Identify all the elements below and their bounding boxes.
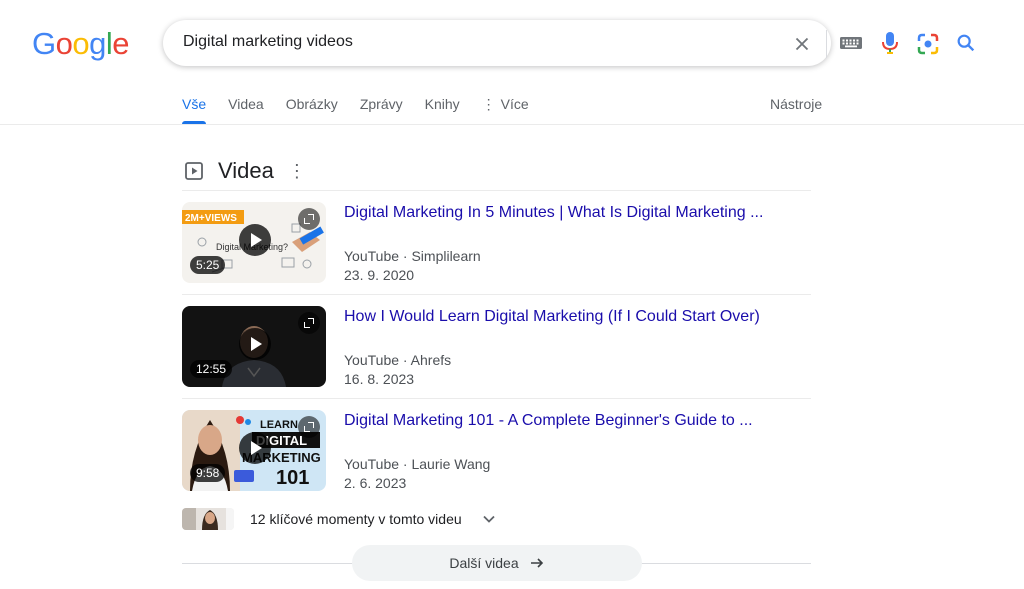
divider <box>182 190 811 191</box>
logo-letter: o <box>55 26 73 61</box>
microphone-icon[interactable] <box>881 31 899 55</box>
keyboard-icon[interactable] <box>839 34 863 52</box>
play-icon <box>239 328 271 360</box>
videos-section-header: Videa ⋮ <box>184 157 306 185</box>
lens-icon[interactable] <box>916 32 940 56</box>
search-icon[interactable] <box>955 32 977 54</box>
tab-images[interactable]: Obrázky <box>286 94 338 124</box>
video-title[interactable]: How I Would Learn Digital Marketing (If … <box>344 308 760 326</box>
divider <box>182 398 811 399</box>
more-vert-icon: ⋮ <box>481 96 496 112</box>
logo-letter: e <box>112 26 130 61</box>
video-icon <box>185 162 203 180</box>
tab-videos[interactable]: Videa <box>228 94 264 124</box>
video-thumbnail[interactable]: LEARN DIGITAL MARKETING 101 9:58 <box>182 410 326 491</box>
key-moments-thumbnail <box>182 508 234 530</box>
logo-letter: g <box>89 26 106 61</box>
expand-icon[interactable] <box>298 312 320 334</box>
more-videos-button[interactable]: Další videa <box>352 545 642 581</box>
key-moments-toggle[interactable]: 12 klíčové momenty v tomto videu <box>182 508 496 530</box>
tab-more-label: Více <box>500 96 529 112</box>
search-tabs: Vše Videa Obrázky Zprávy Knihy ⋮ Více <box>182 94 551 124</box>
video-date: 2. 6. 2023 <box>344 475 407 491</box>
play-icon <box>239 432 271 464</box>
video-source: YouTube · Ahrefs <box>344 352 452 368</box>
video-result[interactable]: 12:55 How I Would Learn Digital Marketin… <box>182 306 811 388</box>
google-logo[interactable]: Google <box>32 26 130 62</box>
thumb-text: LEARN <box>260 419 298 431</box>
search-input[interactable]: Digital marketing videos <box>183 33 353 51</box>
video-date: 23. 9. 2020 <box>344 267 415 283</box>
section-title: Videa <box>218 158 274 183</box>
tab-books[interactable]: Knihy <box>425 94 460 124</box>
tools-button[interactable]: Nástroje <box>770 96 822 112</box>
video-date: 16. 8. 2023 <box>344 371 415 387</box>
video-result[interactable]: 2M+VIEWS Digital Marketing? 5:25 Digital… <box>182 202 811 284</box>
thumb-text: 101 <box>276 467 309 489</box>
expand-icon[interactable] <box>298 416 320 438</box>
arrow-right-icon <box>530 558 543 568</box>
divider <box>182 294 811 295</box>
header-divider <box>0 124 1024 125</box>
video-duration: 12:55 <box>190 360 233 378</box>
chevron-down-icon <box>483 515 495 523</box>
tab-more[interactable]: ⋮ Více <box>482 94 529 124</box>
video-title[interactable]: Digital Marketing 101 - A Complete Begin… <box>344 412 753 430</box>
video-title[interactable]: Digital Marketing In 5 Minutes | What Is… <box>344 204 763 222</box>
video-thumbnail[interactable]: 2M+VIEWS Digital Marketing? 5:25 <box>182 202 326 283</box>
thumb-badge: 2M+VIEWS <box>185 213 237 224</box>
video-duration: 9:58 <box>190 464 226 482</box>
tab-news[interactable]: Zprávy <box>360 94 403 124</box>
video-thumbnail[interactable]: 12:55 <box>182 306 326 387</box>
logo-letter: G <box>32 26 56 61</box>
divider <box>826 30 827 58</box>
video-duration: 5:25 <box>190 256 226 274</box>
close-icon[interactable] <box>791 33 813 55</box>
video-source: YouTube · Laurie Wang <box>344 456 491 472</box>
search-box[interactable]: Digital marketing videos <box>163 20 975 66</box>
tab-all[interactable]: Vše <box>182 94 207 124</box>
more-videos-label: Další videa <box>449 555 519 571</box>
key-moments-label: 12 klíčové momenty v tomto videu <box>250 511 462 527</box>
logo-letter: o <box>72 26 90 61</box>
video-source: YouTube · Simplilearn <box>344 248 481 264</box>
play-icon <box>239 224 271 256</box>
more-options-icon[interactable]: ⋮ <box>288 162 306 180</box>
video-result[interactable]: LEARN DIGITAL MARKETING 101 9:58 Digital… <box>182 410 811 492</box>
expand-icon[interactable] <box>298 208 320 230</box>
